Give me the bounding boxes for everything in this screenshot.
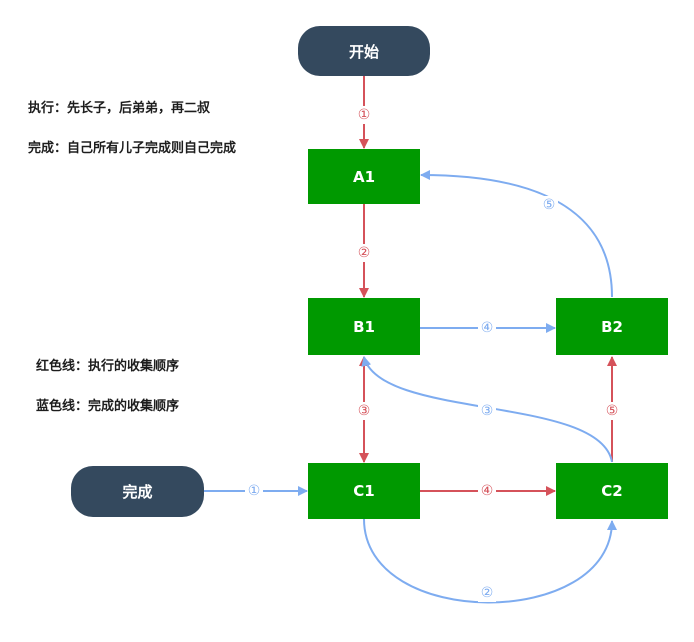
note-blue-line: 蓝色线：完成的收集顺序	[36, 399, 180, 414]
label-b1-c1: ③	[358, 403, 371, 419]
note-red-line: 红色线：执行的收集顺序	[36, 359, 180, 374]
label-start-a1: ①	[358, 107, 371, 123]
label-b1-b2: ④	[481, 320, 494, 336]
label-b2-a1: ⑤	[543, 197, 556, 213]
node-finish[interactable]: 完成	[71, 466, 204, 517]
label-c2-b1: ③	[481, 403, 494, 419]
label-c1-c2: ④	[481, 483, 494, 499]
label-c2-b2: ⑤	[606, 403, 619, 419]
node-c2[interactable]: C2	[556, 463, 668, 519]
node-c1[interactable]: C1	[308, 463, 420, 519]
edge-b2-to-a1	[420, 170, 613, 298]
node-start[interactable]: 开始	[298, 26, 430, 76]
label-a1-b1: ②	[358, 245, 371, 261]
node-a1[interactable]: A1	[308, 149, 420, 204]
note-completion: 完成：自己所有儿子完成则自己完成	[28, 141, 237, 156]
node-b2[interactable]: B2	[556, 298, 668, 355]
note-execution: 执行：先长子，后弟弟，再二叔	[28, 101, 211, 116]
label-finish-c1: ①	[248, 483, 261, 499]
label-c1-c2-curve: ②	[481, 585, 494, 601]
node-b1[interactable]: B1	[308, 298, 420, 355]
